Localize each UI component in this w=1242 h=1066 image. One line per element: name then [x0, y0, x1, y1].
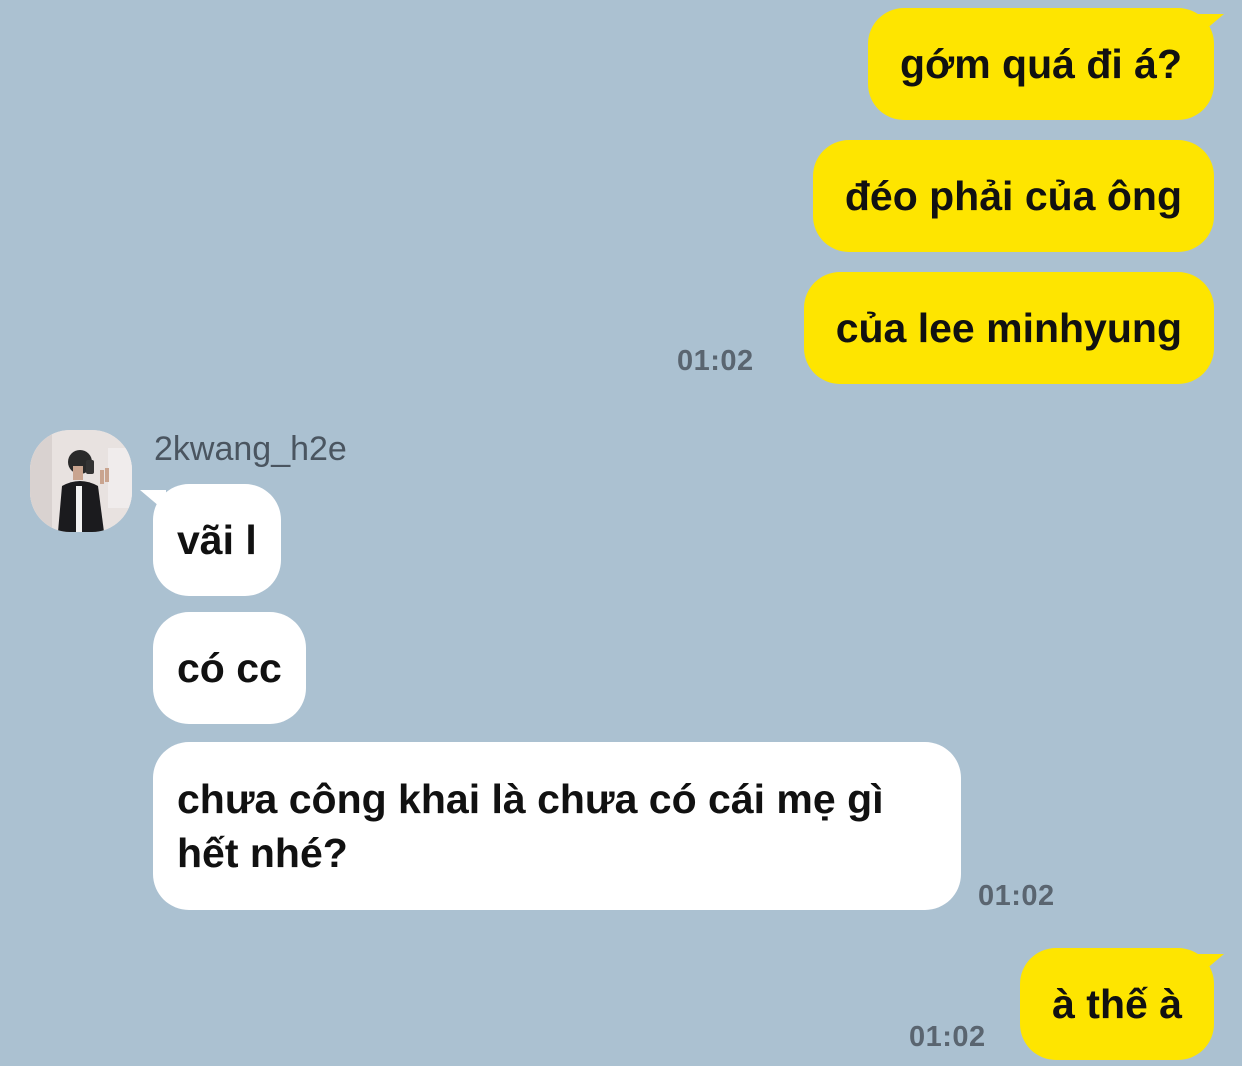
received-message-1[interactable]: vãi l	[153, 484, 281, 596]
sent-message-3[interactable]: của lee minhyung	[803, 272, 1214, 384]
message-timestamp: 01:02	[978, 880, 1055, 912]
sent-message-1[interactable]: gớm quá đi á?	[868, 8, 1214, 120]
received-message-3[interactable]: chưa công khai là chưa có cái mẹ gì hết …	[153, 742, 961, 910]
received-message-2[interactable]: có cc	[153, 612, 306, 724]
sent-message-2[interactable]: đéo phải của ông	[812, 140, 1214, 252]
message-timestamp: 01:02	[677, 345, 754, 377]
avatar[interactable]	[30, 430, 132, 532]
sent-message-4[interactable]: à thế à	[1020, 948, 1214, 1060]
message-timestamp: 01:02	[909, 1021, 986, 1053]
avatar-photo-icon	[30, 430, 132, 532]
sender-name: 2kwang_h2e	[154, 430, 347, 468]
